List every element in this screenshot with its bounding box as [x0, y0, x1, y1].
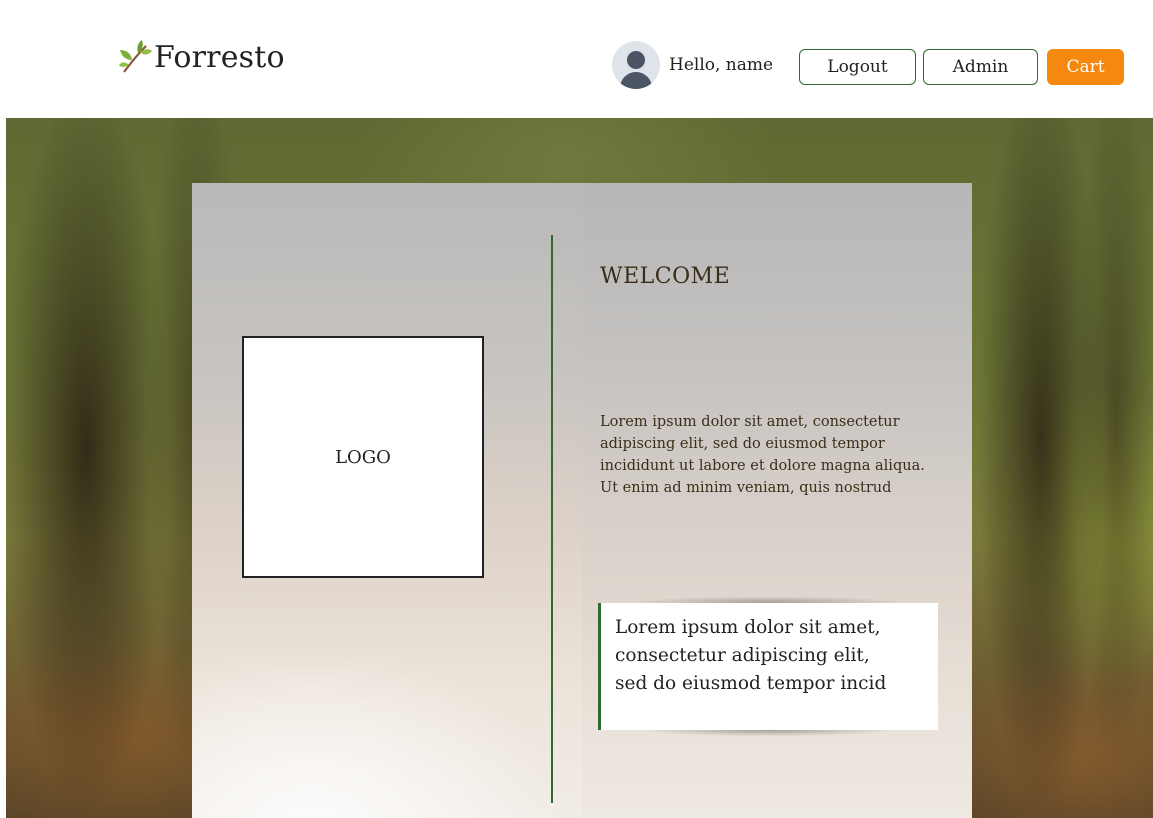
intro-paragraph: Lorem ipsum dolor sit amet, consectetur …: [600, 414, 925, 496]
quote-card: Lorem ipsum dolor sit amet, consectetur …: [598, 603, 938, 730]
logo-placeholder: LOGO: [242, 336, 484, 578]
leaf-sprig-icon: [119, 40, 152, 73]
brand-name: Forresto: [154, 39, 285, 75]
vertical-divider: [551, 235, 553, 803]
user-greeting: Hello, name: [612, 41, 773, 89]
brand[interactable]: Forresto: [118, 38, 285, 76]
greeting-text: Hello, name: [669, 55, 774, 75]
admin-button[interactable]: Admin: [923, 49, 1038, 85]
user-avatar-icon[interactable]: [612, 41, 660, 89]
welcome-heading: WELCOME: [600, 264, 731, 289]
logout-button[interactable]: Logout: [799, 49, 916, 85]
header: Forresto Hello, name Logout Admin Cart: [0, 0, 1153, 118]
quote-line: Lorem ipsum dolor sit amet,: [615, 617, 881, 638]
quote-line: consectetur adipiscing elit,: [615, 645, 870, 666]
quote-line: sed do eiusmod tempor incid: [615, 673, 887, 694]
cart-button[interactable]: Cart: [1047, 49, 1124, 85]
